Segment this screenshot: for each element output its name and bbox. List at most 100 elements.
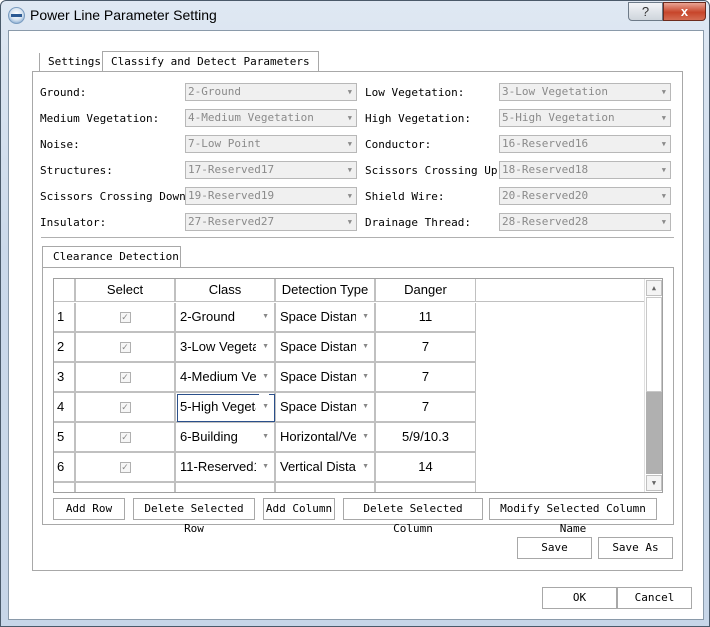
column-header-empty [476, 279, 644, 302]
chevron-down-icon: ▼ [347, 114, 352, 122]
detection-type-select[interactable]: Space Distance▼ [276, 393, 376, 423]
scroll-up-icon[interactable]: ▲ [646, 280, 662, 296]
detection-type-value: Horizontal/Vertical [280, 429, 356, 444]
save-button[interactable]: Save [517, 537, 592, 559]
chevron-down-icon: ▼ [259, 363, 269, 391]
insulator-select[interactable]: 27-Reserved27 ▼ [185, 213, 357, 231]
class-select[interactable]: 4-Medium Vegetation▼ [176, 363, 276, 393]
scrollbar-track[interactable] [646, 297, 662, 392]
class-select[interactable]: 5-High Vegetation▼ [176, 393, 276, 423]
select-cell[interactable]: ✓ [76, 303, 176, 333]
chevron-down-icon: ▼ [259, 303, 269, 331]
table-row[interactable]: 2 ✓ 3-Low Vegetation▼Space Distance▼7 [54, 333, 476, 363]
row-number[interactable]: 6 [54, 453, 76, 483]
modify-selected-column-name-button[interactable]: Modify Selected Column Name [489, 498, 657, 535]
select-checkbox[interactable]: ✓ [119, 462, 131, 474]
medium-vegetation-select[interactable]: 4-Medium Vegetation ▼ [185, 109, 357, 127]
ground-select[interactable]: 2-Ground ▼ [185, 83, 357, 101]
scrollbar-thumb[interactable] [646, 392, 662, 474]
tab-classify-detect[interactable]: Classify and Detect Parameters [102, 51, 319, 72]
class-select[interactable]: 6-Building ▼ [176, 423, 276, 453]
add-row-button[interactable]: Add Row [53, 498, 125, 520]
scroll-down-icon[interactable]: ▼ [646, 475, 662, 491]
chevron-down-icon: ▼ [347, 218, 352, 226]
table-row[interactable]: 5 ✓ 6-Building▼Horizontal/Vertical▼5/9/10.… [54, 423, 476, 453]
scissors-crossing-down-value: 19-Reserved19 [188, 189, 275, 202]
detection-type-select[interactable]: Space Distance▼ [276, 303, 376, 333]
cancel-button[interactable]: Cancel [617, 587, 692, 609]
detection-type-select[interactable]: Horizontal/Vertical▼ [276, 423, 376, 453]
select-checkbox[interactable]: ✓ [119, 432, 131, 444]
detection-type-select[interactable]: Vertical Distance▼ [276, 453, 376, 483]
detection-type-select[interactable]: Space Distance▼ [276, 363, 376, 393]
scissors-crossing-up-select[interactable]: 18-Reserved18 ▼ [499, 161, 671, 179]
help-button[interactable]: ? [628, 2, 663, 21]
select-checkbox[interactable]: ✓ [119, 372, 131, 384]
shield-wire-label: Shield Wire: [365, 190, 445, 203]
danger-cell[interactable]: 5/9/10.3 [376, 423, 476, 453]
title-bar: Power Line Parameter Setting ? x [1, 1, 709, 31]
chevron-down-icon: ▼ [359, 393, 369, 421]
tab-settings[interactable]: Settings [39, 53, 109, 71]
class-select[interactable]: 2-Ground ▼ [176, 303, 276, 333]
table-row[interactable]: 3 ✓ 4-Medium Vegetation▼Space Distance▼7 [54, 363, 476, 393]
structures-select[interactable]: 17-Reserved17 ▼ [185, 161, 357, 179]
chevron-down-icon: ▼ [661, 166, 666, 174]
shield-wire-select[interactable]: 20-Reserved20 ▼ [499, 187, 671, 205]
ok-button[interactable]: OK [542, 587, 617, 609]
chevron-down-icon: ▼ [347, 192, 352, 200]
row-number[interactable]: 2 [54, 333, 76, 363]
conductor-select[interactable]: 16-Reserved16 ▼ [499, 135, 671, 153]
column-header-select[interactable]: Select [76, 279, 176, 302]
row-number[interactable]: 3 [54, 363, 76, 393]
danger-cell[interactable]: 7 [376, 333, 476, 363]
vertical-scrollbar[interactable]: ▲ ▼ [644, 279, 662, 492]
low-vegetation-select[interactable]: 3-Low Vegetation ▼ [499, 83, 671, 101]
drainage-thread-select[interactable]: 28-Reserved28 ▼ [499, 213, 671, 231]
select-cell[interactable]: ✓ [76, 363, 176, 393]
high-vegetation-select[interactable]: 5-High Vegetation ▼ [499, 109, 671, 127]
detection-type-value: Space Distance [280, 399, 356, 414]
structures-value: 17-Reserved17 [188, 163, 275, 176]
chevron-down-icon: ▼ [347, 140, 352, 148]
class-select[interactable]: 11-Reserved11▼ [176, 453, 276, 483]
tab-clearance-detection[interactable]: Clearance Detection [42, 246, 181, 268]
noise-select[interactable]: 7-Low Point ▼ [185, 135, 357, 153]
column-header-danger[interactable]: Danger [376, 279, 476, 302]
select-cell[interactable]: ✓ [76, 423, 176, 453]
column-header-detection-type[interactable]: Detection Type [276, 279, 376, 302]
insulator-value: 27-Reserved27 [188, 215, 275, 228]
add-column-button[interactable]: Add Column [263, 498, 335, 520]
danger-cell[interactable]: 7 [376, 393, 476, 423]
select-cell[interactable]: ✓ [76, 453, 176, 483]
select-cell[interactable]: ✓ [76, 393, 176, 423]
select-checkbox[interactable]: ✓ [119, 312, 131, 324]
close-button[interactable]: x [663, 2, 706, 21]
delete-selected-row-button[interactable]: Delete Selected Row [133, 498, 255, 535]
column-header-class[interactable]: Class [176, 279, 276, 302]
row-number[interactable]: 1 [54, 303, 76, 333]
danger-cell[interactable]: 7 [376, 363, 476, 393]
chevron-down-icon: ▼ [347, 88, 352, 96]
window-title: Power Line Parameter Setting [30, 7, 217, 23]
save-as-button[interactable]: Save As [598, 537, 673, 559]
row-number[interactable]: 5 [54, 423, 76, 453]
conductor-value: 16-Reserved16 [502, 137, 589, 150]
danger-cell[interactable]: 14 [376, 453, 476, 483]
table-row[interactable]: 6 ✓ 11-Reserved11▼Vertical Distance▼14 [54, 453, 476, 483]
noise-value: 7-Low Point [188, 137, 261, 150]
row-number[interactable]: 4 [54, 393, 76, 423]
class-select[interactable]: 3-Low Vegetation▼ [176, 333, 276, 363]
select-checkbox[interactable]: ✓ [119, 342, 131, 354]
table-row[interactable]: 1 ✓ 2-Ground▼Space Distance▼11 [54, 303, 476, 333]
select-cell [76, 483, 176, 492]
chevron-down-icon: ▼ [347, 166, 352, 174]
select-cell[interactable]: ✓ [76, 333, 176, 363]
select-checkbox[interactable]: ✓ [119, 402, 131, 414]
table-row[interactable]: 4✓5-High Vegetation▼Space Distance▼7 [54, 393, 476, 423]
scissors-crossing-down-select[interactable]: 19-Reserved19 ▼ [185, 187, 357, 205]
danger-cell[interactable]: 11 [376, 303, 476, 333]
scissors-crossing-up-value: 18-Reserved18 [502, 163, 589, 176]
delete-selected-column-button[interactable]: Delete Selected Column [343, 498, 483, 535]
detection-type-select[interactable]: Space Distance▼ [276, 333, 376, 363]
